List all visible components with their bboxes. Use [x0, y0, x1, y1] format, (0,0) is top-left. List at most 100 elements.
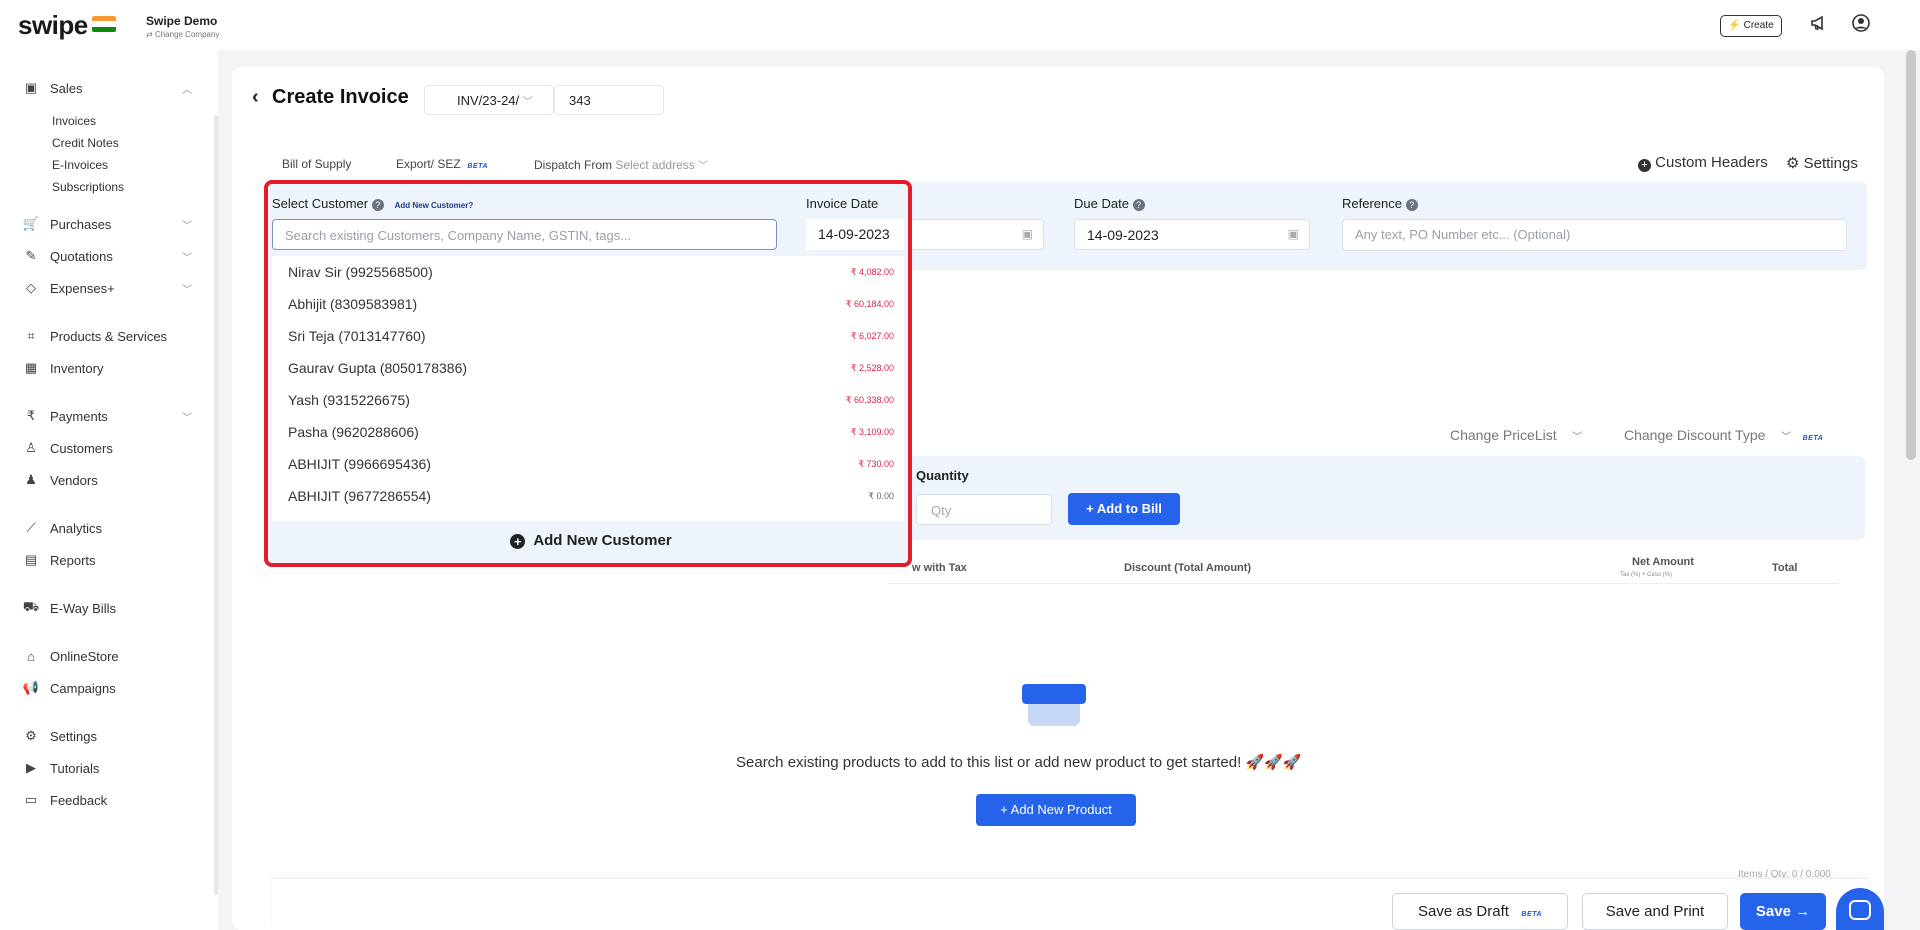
create-button[interactable]: ⚡ Create: [1720, 15, 1782, 37]
save-and-print-button[interactable]: Save and Print: [1582, 893, 1728, 930]
items-table-header: [888, 552, 1838, 584]
sidebar-item-label: Purchases: [50, 216, 112, 232]
customer-option[interactable]: Nirav Sir (9925568500): [288, 264, 433, 280]
export-sez-option[interactable]: Export/ SEZ BETA: [396, 157, 488, 171]
reference-input[interactable]: Any text, PO Number etc... (Optional): [1342, 219, 1847, 251]
customer-option[interactable]: Pasha (9620288606): [288, 424, 419, 440]
sidebar-sub-subscriptions[interactable]: Subscriptions: [52, 180, 124, 194]
sidebar-item-customers[interactable]: ♙ Customers: [22, 438, 113, 458]
chat-icon: ▭: [24, 792, 38, 807]
sidebar-item-sales[interactable]: ▣ Sales ︿: [22, 78, 192, 98]
sidebar-item-label: E-Way Bills: [50, 600, 116, 616]
sidebar-sub-credit-notes[interactable]: Credit Notes: [52, 136, 119, 150]
help-icon[interactable]: ?: [1405, 199, 1418, 211]
beta-badge: BETA: [467, 163, 488, 170]
sidebar-item-settings[interactable]: ⚙ Settings: [22, 726, 97, 746]
custom-headers-button[interactable]: + Custom Headers: [1638, 154, 1768, 172]
pen-icon: ✎: [25, 248, 37, 263]
sidebar-item-payments[interactable]: ₹ Payments ﹀: [22, 406, 192, 426]
add-new-customer-button[interactable]: + Add New Customer: [278, 521, 904, 561]
save-as-draft-button[interactable]: Save as Draft BETA: [1392, 893, 1568, 930]
sidebar-item-vendors[interactable]: ♟ Vendors: [22, 470, 98, 490]
megaphone-icon[interactable]: [1808, 14, 1830, 36]
sidebar-item-onlinestore[interactable]: ⌂ OnlineStore: [22, 646, 119, 666]
sidebar-item-inventory[interactable]: ▦ Inventory: [22, 358, 104, 378]
invoice-date-input-tail[interactable]: ▣: [906, 219, 1044, 250]
india-flag-icon: [92, 16, 116, 32]
page-scrollbar[interactable]: [1906, 50, 1916, 460]
invoice-number-input[interactable]: 343: [554, 85, 664, 115]
bill-of-supply-option[interactable]: Bill of Supply: [282, 157, 351, 171]
due-date-value: 14-09-2023: [1087, 227, 1159, 243]
change-pricelist-select[interactable]: Change PriceList ﹀: [1450, 427, 1582, 443]
sidebar-item-expenses[interactable]: ◇ Expenses+ ﹀: [22, 278, 192, 298]
customer-option[interactable]: ABHIJIT (9677286554): [288, 488, 431, 504]
customer-option[interactable]: Yash (9315226675): [288, 392, 410, 408]
chat-icon: [1849, 900, 1871, 920]
company-name[interactable]: Swipe Demo: [146, 14, 217, 28]
due-date-text: Due Date: [1074, 196, 1129, 211]
save-as-draft-label: Save as Draft: [1418, 903, 1509, 920]
customer-balance: ₹ 60,184.00: [845, 299, 894, 309]
customer-option[interactable]: Gaurav Gupta (8050178386): [288, 360, 467, 376]
customer-balance: ₹ 60,338.00: [845, 395, 894, 405]
sidebar-item-tutorials[interactable]: ▶ Tutorials: [22, 758, 99, 778]
dispatch-from-label: Dispatch From: [534, 158, 613, 172]
user-avatar-icon[interactable]: [1850, 14, 1872, 36]
settings-button[interactable]: ⚙ Settings: [1786, 154, 1858, 172]
cash-icon: ▣: [24, 80, 38, 95]
add-new-customer-link[interactable]: Add New Customer?: [395, 201, 474, 210]
sidebar-item-eway-bills[interactable]: ⛟ E-Way Bills: [22, 598, 116, 618]
sidebar-sub-e-invoices[interactable]: E-Invoices: [52, 158, 108, 172]
chevron-down-icon: ﹀: [182, 220, 192, 232]
sidebar-item-products[interactable]: ⌗ Products & Services: [22, 326, 167, 346]
change-company-link[interactable]: ⇄ Change Company: [146, 30, 219, 39]
empty-box-icon: [1022, 684, 1086, 728]
sidebar-item-quotations[interactable]: ✎ Quotations ﹀: [22, 246, 192, 266]
swipe-logo[interactable]: swipe: [18, 10, 88, 41]
chevron-up-icon: ︿: [182, 84, 192, 96]
barcode-icon: ⌗: [27, 328, 35, 343]
chat-support-button[interactable]: [1836, 888, 1884, 930]
report-icon: ▤: [24, 552, 38, 567]
sidebar-item-label: Quotations: [50, 248, 113, 264]
sidebar-item-feedback[interactable]: ▭ Feedback: [22, 790, 107, 810]
invoice-prefix-select[interactable]: INV/23-24/ ﹀: [424, 85, 554, 115]
customer-option[interactable]: Sri Teja (7013147760): [288, 328, 426, 344]
due-date-label: Due Date ?: [1074, 196, 1145, 211]
customer-balance: ₹ 4,082.00: [850, 267, 894, 277]
change-discount-select[interactable]: Change Discount Type ﹀ BETA: [1624, 427, 1823, 443]
page-title: Create Invoice: [272, 86, 409, 108]
lightning-icon: ⚡: [1728, 20, 1741, 31]
invoice-date-label: Invoice Date: [806, 196, 879, 211]
add-to-bill-button[interactable]: + Add to Bill: [1068, 493, 1180, 525]
quantity-input[interactable]: Qty: [916, 494, 1052, 525]
sidebar-item-label: Expenses+: [50, 280, 115, 296]
customer-option[interactable]: ABHIJIT (9966695436): [288, 456, 431, 472]
export-sez-label: Export/ SEZ: [396, 157, 461, 171]
sidebar-scrollbar[interactable]: [214, 115, 218, 895]
sidebar-item-reports[interactable]: ▤ Reports: [22, 550, 96, 570]
invoice-prefix-value: INV/23-24/: [457, 93, 520, 108]
customer-option[interactable]: Abhijit (8309583981): [288, 296, 417, 312]
sidebar-item-label: OnlineStore: [50, 648, 119, 664]
sidebar-item-label: Sales: [50, 80, 83, 96]
dispatch-from-select[interactable]: Dispatch From Select address ﹀: [534, 157, 708, 172]
save-button[interactable]: Save →: [1740, 893, 1826, 930]
add-new-product-button[interactable]: + Add New Product: [976, 794, 1136, 826]
sidebar-item-analytics[interactable]: ⟋ Analytics: [22, 518, 102, 538]
sidebar-sub-invoices[interactable]: Invoices: [52, 114, 96, 128]
help-icon[interactable]: ?: [371, 199, 384, 211]
customer-search-input[interactable]: Search existing Customers, Company Name,…: [272, 219, 777, 250]
sidebar-item-label: Reports: [50, 552, 96, 568]
back-chevron-icon[interactable]: ‹: [252, 86, 259, 109]
users-icon: ♟: [25, 472, 37, 487]
chevron-down-icon: ﹀: [182, 284, 192, 296]
gear-icon: ⚙: [25, 728, 37, 743]
invoice-date-input[interactable]: 14-09-2023: [806, 219, 904, 250]
help-icon[interactable]: ?: [1132, 199, 1145, 211]
sidebar-item-campaigns[interactable]: 📢 Campaigns: [22, 678, 116, 698]
sidebar-item-purchases[interactable]: 🛒 Purchases ﹀: [22, 214, 192, 234]
sidebar-item-label: Feedback: [50, 792, 108, 808]
due-date-input[interactable]: 14-09-2023 ▣: [1074, 219, 1310, 250]
